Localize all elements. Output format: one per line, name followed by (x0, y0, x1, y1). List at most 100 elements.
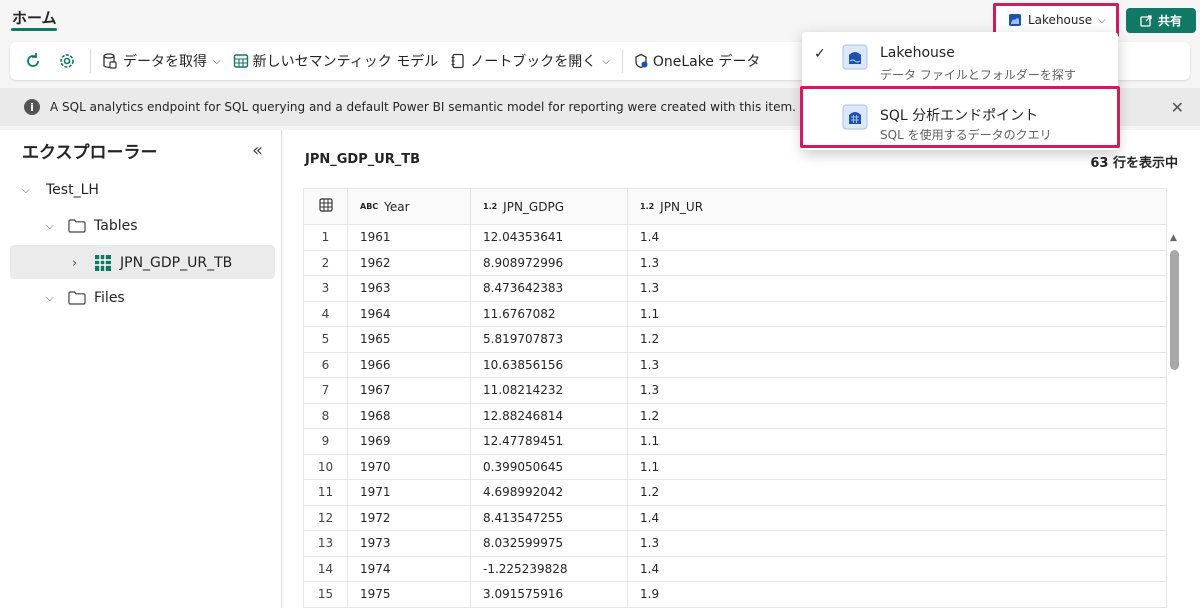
row-number-cell[interactable]: 6 (303, 351, 348, 378)
table-cell[interactable]: 1975 (347, 581, 471, 608)
table-cell[interactable]: 1.4 (627, 224, 1167, 251)
table-row[interactable]: 1 1961 12.04353641 1.4 (303, 224, 1167, 251)
table-cell[interactable]: 1963 (347, 275, 471, 302)
table-cell[interactable]: 12.88246814 (470, 402, 628, 429)
table-row[interactable]: 12 1972 8.413547255 1.4 (303, 504, 1167, 531)
table-cell[interactable]: 1.1 (627, 428, 1167, 455)
table-cell[interactable]: 1.3 (627, 249, 1167, 276)
table-row[interactable]: 14 1974 -1.225239828 1.4 (303, 555, 1167, 582)
table-cell[interactable]: 1962 (347, 249, 471, 276)
table-row[interactable]: 4 1964 11.6767082 1.1 (303, 300, 1167, 327)
table-cell[interactable]: 11.6767082 (470, 300, 628, 327)
tree-item-files[interactable]: ⌵ Files (46, 290, 125, 306)
table-row[interactable]: 2 1962 8.908972996 1.3 (303, 249, 1167, 276)
table-row[interactable]: 3 1963 8.473642383 1.3 (303, 275, 1167, 302)
table-cell[interactable]: 1968 (347, 402, 471, 429)
table-cell[interactable]: 1972 (347, 504, 471, 531)
row-number-cell[interactable]: 4 (303, 300, 348, 327)
table-cell[interactable]: 1967 (347, 377, 471, 404)
table-cell[interactable]: 1.3 (627, 351, 1167, 378)
database-icon (103, 53, 117, 69)
scroll-up-arrow-icon[interactable]: ▲ (1170, 233, 1177, 243)
column-header-gdpg[interactable]: 1.2 JPN_GDPG (470, 188, 628, 225)
table-cell[interactable]: 1974 (347, 555, 471, 582)
row-number-cell[interactable]: 7 (303, 377, 348, 404)
table-cell[interactable]: -1.225239828 (470, 555, 628, 582)
table-row[interactable]: 10 1970 0.399050645 1.1 (303, 453, 1167, 480)
column-header-label: JPN_UR (660, 199, 704, 214)
table-cell[interactable]: 8.413547255 (470, 504, 628, 531)
onelake-data-button[interactable]: OneLake データ (633, 51, 760, 71)
table-cell[interactable]: 1.1 (627, 453, 1167, 480)
table-cell[interactable]: 1961 (347, 224, 471, 251)
table-cell[interactable]: 1.2 (627, 479, 1167, 506)
row-number-cell[interactable]: 2 (303, 249, 348, 276)
row-number-cell[interactable]: 14 (303, 555, 348, 582)
table-cell[interactable]: 11.08214232 (470, 377, 628, 404)
table-cell[interactable]: 4.698992042 (470, 479, 628, 506)
row-number-cell[interactable]: 15 (303, 581, 348, 608)
table-cell[interactable]: 1969 (347, 428, 471, 455)
table-row[interactable]: 8 1968 12.88246814 1.2 (303, 402, 1167, 429)
table-cell[interactable]: 8.473642383 (470, 275, 628, 302)
table-cell[interactable]: 8.908972996 (470, 249, 628, 276)
tree-item-workspace[interactable]: ⌵ Test_LH (22, 182, 99, 198)
table-cell[interactable]: 1973 (347, 530, 471, 557)
table-cell[interactable]: 1965 (347, 326, 471, 353)
row-number-cell[interactable]: 8 (303, 402, 348, 429)
table-cell[interactable]: 1971 (347, 479, 471, 506)
table-cell[interactable]: 3.091575916 (470, 581, 628, 608)
column-header-year[interactable]: ABC Year (347, 188, 471, 225)
table-row[interactable]: 7 1967 11.08214232 1.3 (303, 377, 1167, 404)
row-number-cell[interactable]: 12 (303, 504, 348, 531)
table-cell[interactable]: 8.032599975 (470, 530, 628, 557)
table-cell[interactable]: 1.3 (627, 530, 1167, 557)
table-cell[interactable]: 1.9 (627, 581, 1167, 608)
row-number-cell[interactable]: 3 (303, 275, 348, 302)
share-button[interactable]: 共有 (1126, 8, 1196, 33)
table-cell[interactable]: 1.1 (627, 300, 1167, 327)
tree-item-table[interactable]: › JPN_GDP_UR_TB (72, 254, 232, 272)
table-row[interactable]: 9 1969 12.47789451 1.1 (303, 428, 1167, 455)
vertical-scrollbar[interactable] (1170, 250, 1179, 370)
row-number-cell[interactable]: 1 (303, 224, 348, 251)
collapse-panel-icon[interactable]: « (252, 140, 263, 161)
grid-icon[interactable] (303, 188, 348, 225)
table-cell[interactable]: 10.63856156 (470, 351, 628, 378)
lakehouse-icon (1009, 14, 1021, 26)
table-cell[interactable]: 1.3 (627, 377, 1167, 404)
column-header-ur[interactable]: 1.2 JPN_UR (627, 188, 1167, 225)
table-row[interactable]: 11 1971 4.698992042 1.2 (303, 479, 1167, 506)
table-cell[interactable]: 1.2 (627, 402, 1167, 429)
table-cell[interactable]: 1.4 (627, 555, 1167, 582)
table-cell[interactable]: 5.819707873 (470, 326, 628, 353)
row-number-cell[interactable]: 13 (303, 530, 348, 557)
get-data-button[interactable]: データを取得 ⌵ (101, 51, 221, 71)
table-cell[interactable]: 1966 (347, 351, 471, 378)
new-semantic-model-button[interactable]: 新しいセマンティック モデル (233, 51, 438, 71)
menu-item-lakehouse[interactable]: ✓ Lakehouse データ ファイルとフォルダーを探す (802, 32, 1118, 88)
table-row[interactable]: 13 1973 8.032599975 1.3 (303, 530, 1167, 557)
row-number-cell[interactable]: 10 (303, 453, 348, 480)
settings-gear-icon[interactable] (56, 50, 78, 72)
table-cell[interactable]: 1964 (347, 300, 471, 327)
table-cell[interactable]: 12.47789451 (470, 428, 628, 455)
table-cell[interactable]: 1.2 (627, 326, 1167, 353)
tree-item-tables[interactable]: ⌵ Tables (46, 218, 138, 234)
table-row[interactable]: 5 1965 5.819707873 1.2 (303, 326, 1167, 353)
chevron-down-icon: ⌵ (22, 184, 30, 196)
table-row[interactable]: 6 1966 10.63856156 1.3 (303, 351, 1167, 378)
table-cell[interactable]: 0.399050645 (470, 453, 628, 480)
row-number-cell[interactable]: 9 (303, 428, 348, 455)
tab-home[interactable]: ホーム (12, 7, 57, 28)
table-cell[interactable]: 12.04353641 (470, 224, 628, 251)
open-notebook-button[interactable]: ノートブックを開く ⌵ (450, 51, 610, 71)
table-cell[interactable]: 1.4 (627, 504, 1167, 531)
refresh-icon[interactable] (22, 50, 44, 72)
close-icon[interactable]: ✕ (1171, 98, 1184, 117)
table-cell[interactable]: 1970 (347, 453, 471, 480)
row-number-cell[interactable]: 5 (303, 326, 348, 353)
row-number-cell[interactable]: 11 (303, 479, 348, 506)
table-cell[interactable]: 1.3 (627, 275, 1167, 302)
table-row[interactable]: 15 1975 3.091575916 1.9 (303, 581, 1167, 608)
